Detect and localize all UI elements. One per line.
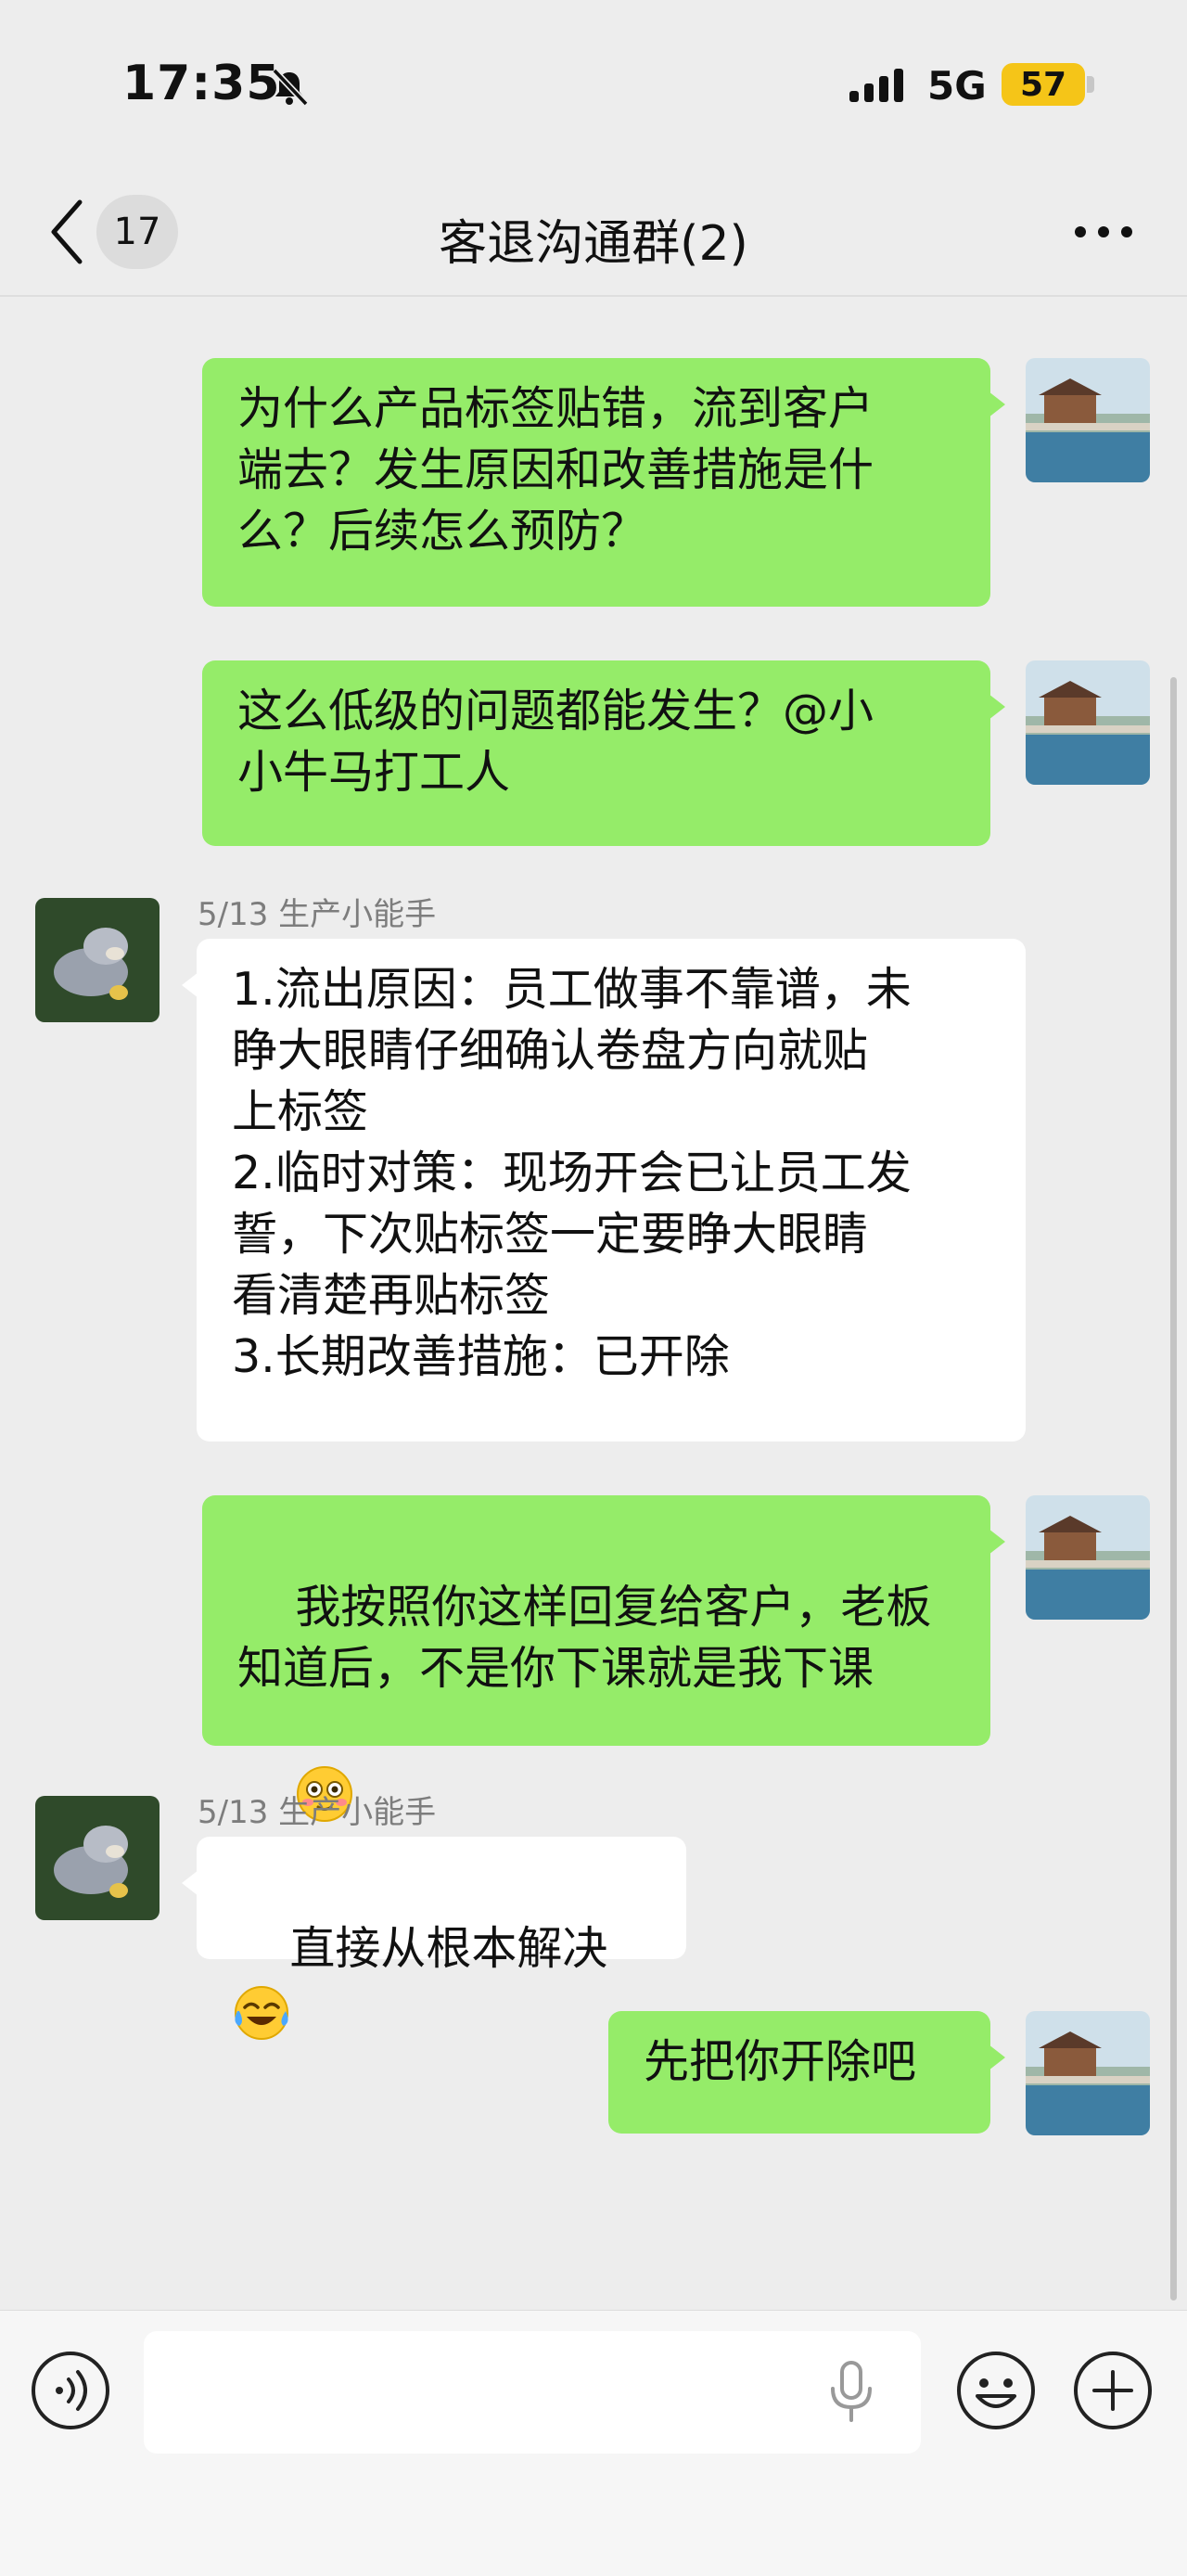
unread-count-badge[interactable]: 17 — [96, 195, 178, 269]
battery-cap — [1087, 76, 1094, 93]
message-bubble-sent[interactable]: 先把你开除吧 — [608, 2011, 1005, 2134]
message-text: 直接从根本解决 — [289, 1922, 608, 1975]
signal-icon — [849, 69, 903, 102]
message-input[interactable] — [144, 2331, 921, 2454]
battery-indicator: 57 — [1002, 63, 1085, 106]
bell-off-icon — [272, 68, 309, 107]
chat-screen: 17:35 5G 57 客退沟通群(2) 17 为什么产品标签贴错，流到客户 端… — [0, 0, 1187, 2576]
my-avatar[interactable] — [1026, 2011, 1150, 2135]
sender-label: 5/13 生产小能手 — [198, 896, 437, 933]
input-bar — [0, 2310, 1187, 2576]
tears-of-joy-icon — [235, 1985, 288, 2040]
nav-divider — [0, 295, 1187, 297]
nav-bar: 客退沟通群(2) 17 — [0, 176, 1187, 292]
microphone-icon[interactable] — [823, 2359, 879, 2426]
plus-icon[interactable] — [1072, 2350, 1154, 2431]
status-bar: 17:35 5G 57 — [0, 0, 1187, 167]
status-time: 17:35 — [122, 56, 281, 111]
message-text: 我按照你这样回复给客户，老板 知道后，不是你下课就是我下课 — [237, 1581, 932, 1695]
contact-avatar[interactable] — [35, 898, 160, 1022]
my-avatar[interactable] — [1026, 358, 1150, 482]
chat-title: 客退沟通群(2) — [439, 216, 748, 272]
scrollbar[interactable] — [1170, 677, 1177, 2300]
message-bubble-received[interactable]: 1.流出原因：员工做事不靠谱，未 睁大眼睛仔细确认卷盘方向就贴 上标签 2.临时… — [182, 939, 1026, 1442]
voice-icon[interactable] — [30, 2350, 111, 2431]
my-avatar[interactable] — [1026, 660, 1150, 785]
more-dots-icon[interactable] — [1071, 213, 1136, 250]
message-bubble-sent[interactable]: 我按照你这样回复给客户，老板 知道后，不是你下课就是我下课 — [202, 1495, 1005, 1822]
contact-avatar[interactable] — [35, 1796, 160, 1920]
my-avatar[interactable] — [1026, 1495, 1150, 1620]
sender-label: 5/13 生产小能手 — [198, 1794, 437, 1831]
chevron-left-icon[interactable] — [45, 195, 91, 269]
message-bubble-received[interactable]: 直接从根本解决 — [182, 1837, 686, 2040]
message-bubble-sent[interactable]: 这么低级的问题都能发生？@小 小牛马打工人 — [202, 660, 1005, 846]
network-type: 5G — [927, 63, 987, 109]
emoji-icon[interactable] — [955, 2350, 1037, 2431]
message-bubble-sent[interactable]: 为什么产品标签贴错，流到客户 端去？发生原因和改善措施是什 么？后续怎么预防？ — [202, 358, 1005, 607]
